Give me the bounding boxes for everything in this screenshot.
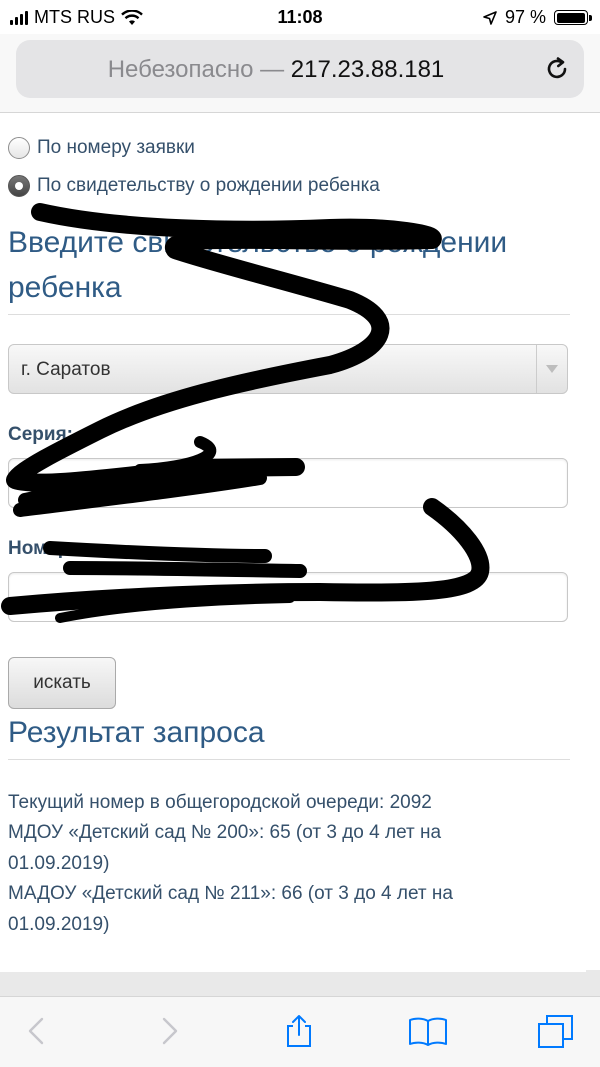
radio-button[interactable] bbox=[8, 137, 30, 159]
battery-percent: 97 % bbox=[504, 7, 546, 27]
browser-toolbar bbox=[0, 996, 600, 1067]
result-line: МДОУ «Детский сад № 200»: 65 (от 3 до 4 … bbox=[8, 822, 442, 843]
location-arrow-icon bbox=[483, 10, 497, 25]
chevron-down-icon[interactable] bbox=[536, 345, 567, 393]
share-icon[interactable] bbox=[281, 1013, 317, 1049]
tabs-icon[interactable] bbox=[536, 1013, 576, 1049]
result-heading: Результат запроса bbox=[8, 710, 570, 760]
status-bar: MTS RUS 11:08 97 % bbox=[0, 0, 600, 34]
battery-icon bbox=[554, 10, 592, 25]
radio-button-checked[interactable] bbox=[8, 175, 30, 197]
browser-address-area: Небезопасно — 217.23.88.181 bbox=[0, 34, 600, 113]
back-arrow-icon[interactable] bbox=[20, 1013, 56, 1049]
form-heading: Введите свидетельство о рождении ребенка bbox=[8, 220, 570, 315]
city-select-value: г. Саратов bbox=[21, 359, 111, 380]
series-label: Серия: bbox=[8, 424, 73, 445]
result-line: 01.09.2019) bbox=[8, 853, 110, 874]
search-button[interactable]: искать bbox=[8, 657, 116, 709]
bookmarks-icon[interactable] bbox=[407, 1013, 449, 1049]
page-footer-background bbox=[0, 970, 600, 996]
radio-label: По свидетельству о рождении ребенка bbox=[37, 175, 380, 196]
insecure-label: Небезопасно — bbox=[107, 56, 285, 83]
forward-arrow-icon[interactable] bbox=[150, 1013, 186, 1049]
host-text: 217.23.88.181 bbox=[290, 56, 445, 83]
number-label: Номер: bbox=[8, 538, 76, 559]
number-input[interactable] bbox=[8, 572, 568, 622]
status-right-group: 97 % bbox=[483, 7, 592, 28]
result-line: МАДОУ «Детский сад № 211»: 66 (от 3 до 4… bbox=[8, 883, 453, 904]
radio-by-application-number[interactable]: По номеру заявки bbox=[8, 137, 195, 159]
radio-by-birth-certificate[interactable]: По свидетельству о рождении ребенка bbox=[8, 175, 380, 197]
city-select[interactable]: г. Саратов bbox=[8, 344, 568, 394]
radio-label: По номеру заявки bbox=[37, 137, 195, 158]
result-queue-line: Текущий номер в общегородской очереди: 2… bbox=[8, 792, 432, 813]
reload-icon[interactable] bbox=[542, 54, 572, 84]
result-line: 01.09.2019) bbox=[8, 914, 110, 935]
series-input[interactable] bbox=[8, 458, 568, 508]
address-text[interactable]: Небезопасно — 217.23.88.181 bbox=[16, 56, 536, 84]
address-bar[interactable]: Небезопасно — 217.23.88.181 bbox=[16, 40, 584, 98]
